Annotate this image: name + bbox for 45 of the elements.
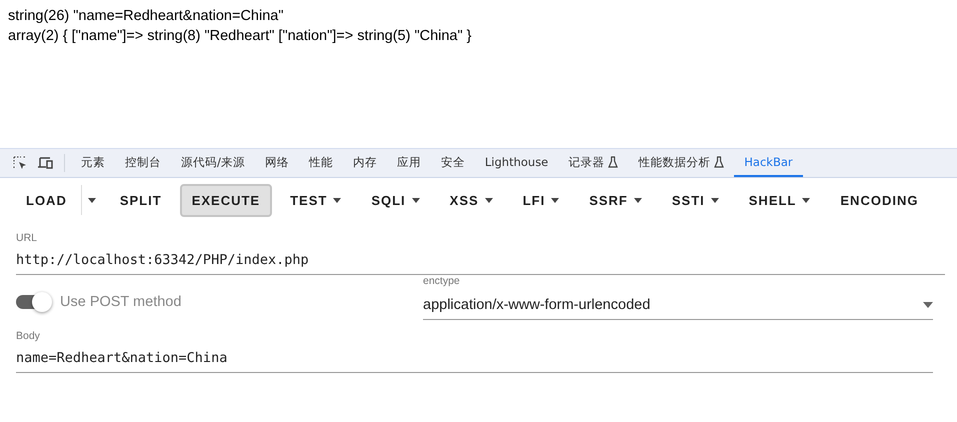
menu-button[interactable]: SQLI	[359, 184, 432, 216]
output-line: array(2) { ["name"]=> string(8) "Redheart" ["nation"]=> string(5) "China" }	[8, 27, 473, 46]
flask-icon	[714, 156, 724, 168]
switch-label: Use POST method	[60, 294, 182, 310]
url-field[interactable]: http://localhost:63342/PHP/index.php	[16, 244, 945, 275]
devtools-tab[interactable]: 元素	[71, 149, 115, 177]
devtools-tab[interactable]: 源代码/来源	[171, 149, 255, 177]
flask-icon	[608, 156, 618, 168]
caret-icon	[634, 198, 642, 202]
post-switch[interactable]	[16, 295, 50, 309]
devtools-tab[interactable]: 控制台	[115, 149, 171, 177]
devtools-tab[interactable]: Lighthouse	[474, 149, 558, 177]
caret-icon	[484, 198, 493, 202]
menu-button[interactable]: SSRF	[577, 184, 654, 216]
devtools-tab[interactable]: 记录器	[558, 149, 628, 177]
menu-button[interactable]: SSTI	[660, 184, 731, 216]
devtools-tab[interactable]: 安全	[430, 149, 475, 177]
caret-icon	[88, 198, 96, 202]
caret-icon	[412, 198, 420, 202]
devtools-tab[interactable]: 性能	[298, 149, 343, 177]
toolbar-button[interactable]: EXECUTE	[180, 184, 272, 216]
menu-button[interactable]: SHELL	[736, 184, 822, 216]
devtools-tab[interactable]: 网络	[254, 149, 299, 177]
devtools-tab[interactable]: 性能数据分析	[628, 149, 734, 177]
menu-button[interactable]: XSS	[438, 184, 505, 216]
toolbar-button[interactable]: LOAD	[14, 184, 79, 216]
menu-button[interactable]: TEST	[278, 184, 354, 216]
devtools-tab[interactable]: 应用	[386, 149, 431, 177]
toolbar-button[interactable]: SPLIT	[108, 184, 174, 216]
field-label: enctype	[423, 275, 460, 287]
select-value: application/x-www-form-urlencoded	[423, 297, 650, 313]
devtools-tab[interactable]: HackBar	[734, 149, 803, 177]
field-label: Body	[16, 330, 40, 342]
body-field[interactable]: name=Redheart&nation=China	[16, 342, 933, 373]
caret-icon	[923, 302, 933, 308]
output-line: string(26) "name=Redheart&nation=China"	[8, 7, 284, 26]
caret-icon	[710, 198, 719, 202]
caret-icon	[551, 198, 560, 202]
menu-button[interactable]: LFI	[510, 184, 572, 216]
caret-icon	[333, 198, 342, 202]
field-label: URL	[16, 232, 38, 244]
devtools-tab[interactable]: 内存	[342, 149, 387, 177]
caret-icon	[802, 198, 810, 202]
toolbar-button[interactable]: ENCODING	[828, 184, 930, 216]
enctype-select[interactable]: enctype application/x-www-form-urlencoded	[423, 275, 933, 320]
